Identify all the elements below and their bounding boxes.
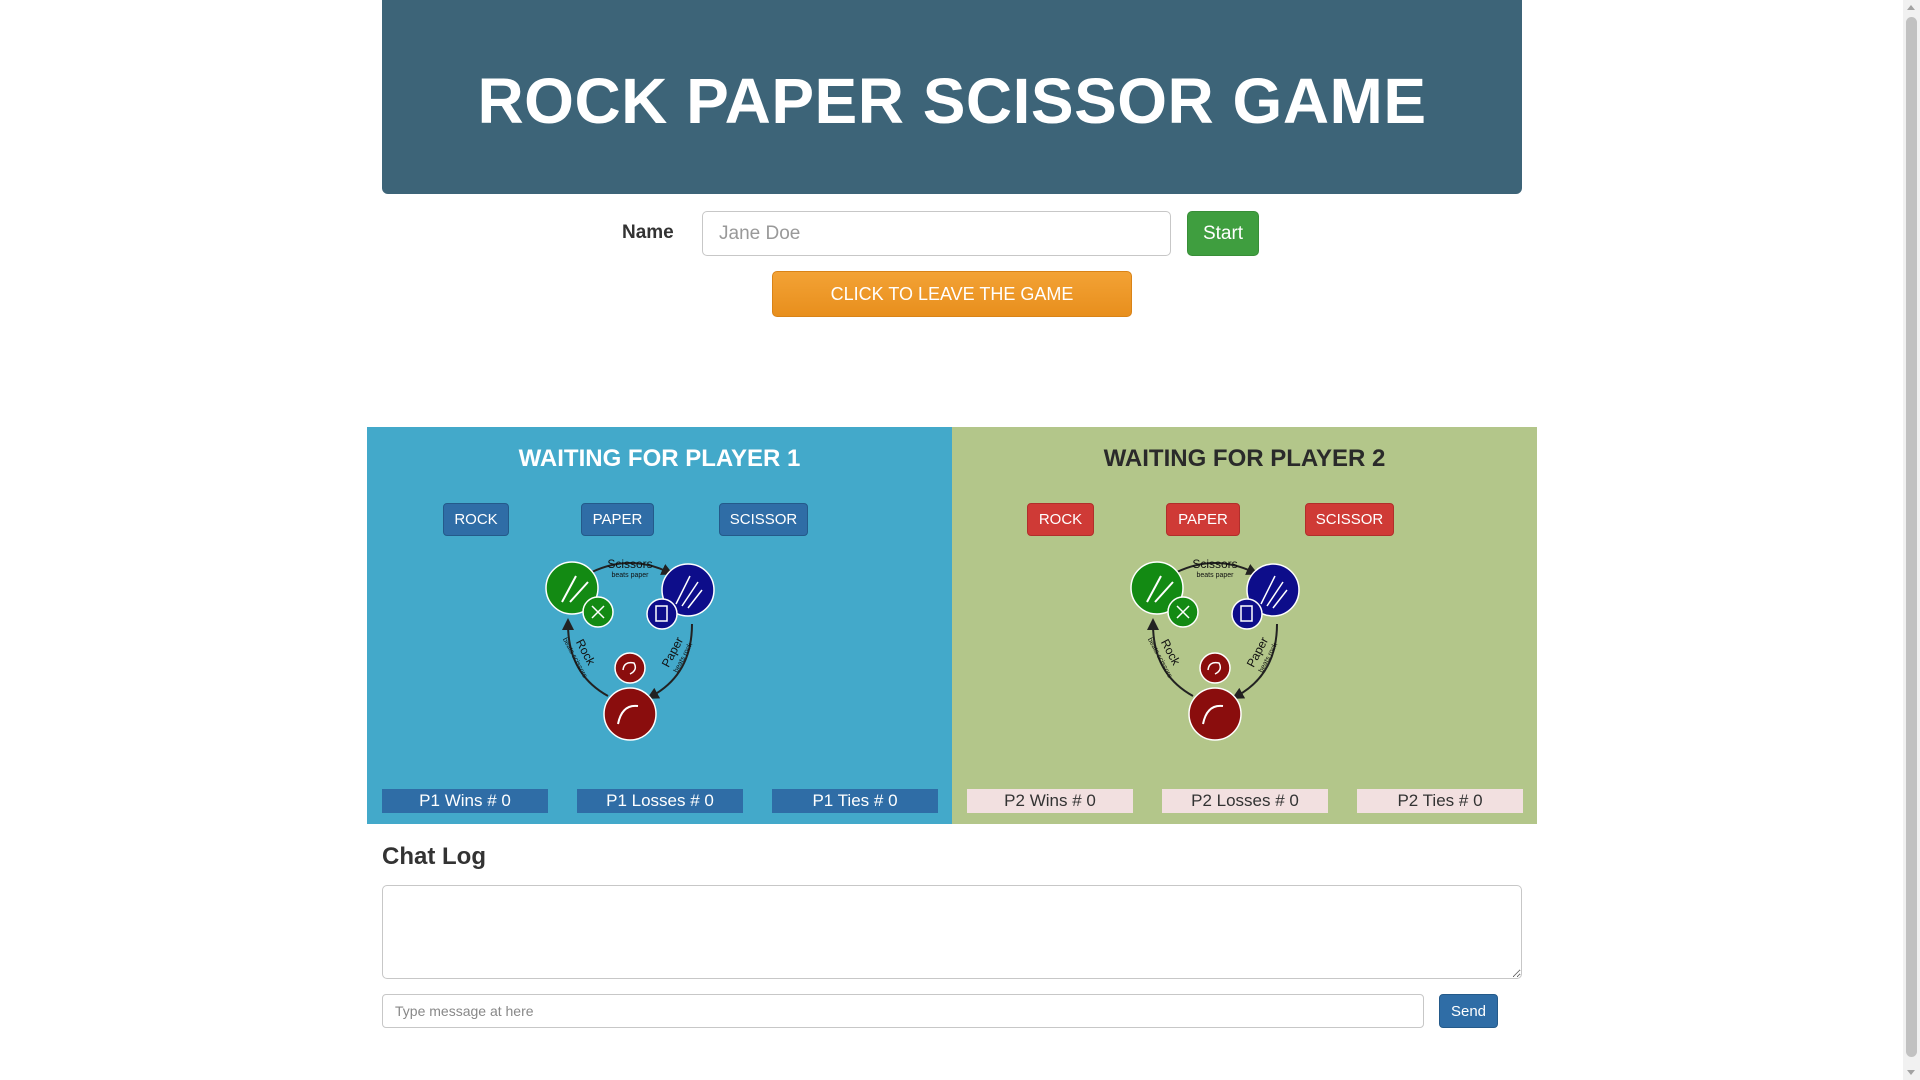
page: ROCK PAPER SCISSOR GAME Name Start CLICK…: [0, 0, 1920, 1080]
player2-ties: P2 Ties # 0: [1357, 789, 1523, 813]
diagram-scissors-sub: beats paper: [1197, 572, 1235, 579]
player2-panel: WAITING FOR PLAYER 2 ROCK PAPER SCISSOR …: [952, 427, 1537, 824]
player1-paper-button[interactable]: PAPER: [581, 503, 654, 536]
player1-losses: P1 Losses # 0: [577, 789, 743, 813]
message-input[interactable]: [382, 994, 1424, 1028]
player2-paper-button[interactable]: PAPER: [1166, 503, 1240, 536]
rock-small-icon: [614, 652, 646, 684]
diagram-scissors-title: Scissors: [1192, 557, 1237, 571]
player1-wins: P1 Wins # 0: [382, 789, 548, 813]
scrollbar-thumb[interactable]: [1906, 17, 1917, 1057]
start-button[interactable]: Start: [1187, 211, 1259, 256]
player1-rock-button[interactable]: ROCK: [443, 503, 509, 536]
player1-ties: P1 Ties # 0: [772, 789, 938, 813]
rps-rules-diagram: Scissors beats paper Rock beats scissors…: [545, 557, 715, 741]
player2-title: WAITING FOR PLAYER 2: [1103, 445, 1386, 472]
send-button[interactable]: Send: [1439, 994, 1498, 1028]
rock-small-icon: [1199, 652, 1231, 684]
chat-log-title: Chat Log: [382, 843, 486, 870]
vertical-scrollbar[interactable]: [1903, 0, 1920, 1080]
leave-game-button[interactable]: CLICK TO LEAVE THE GAME: [772, 271, 1132, 317]
player2-scissor-button[interactable]: SCISSOR: [1305, 503, 1394, 536]
chat-log-textarea[interactable]: [382, 885, 1522, 979]
scroll-down-arrow-icon[interactable]: [1907, 1070, 1915, 1075]
rps-rules-diagram: Scissors beats paper Rock beats scissors…: [1130, 557, 1300, 741]
player2-wins: P2 Wins # 0: [967, 789, 1133, 813]
diagram-scissors-title: Scissors: [607, 557, 652, 571]
player2-rock-button[interactable]: ROCK: [1027, 503, 1094, 536]
player1-scissor-button[interactable]: SCISSOR: [719, 503, 808, 536]
player1-panel: WAITING FOR PLAYER 1 ROCK PAPER SCISSOR …: [367, 427, 952, 824]
page-title: ROCK PAPER SCISSOR GAME: [477, 65, 1427, 137]
player1-title: WAITING FOR PLAYER 1: [518, 445, 801, 472]
scroll-up-arrow-icon[interactable]: [1907, 5, 1915, 10]
game-header: ROCK PAPER SCISSOR GAME: [382, 0, 1522, 194]
diagram-scissors-sub: beats paper: [612, 572, 650, 579]
player2-losses: P2 Losses # 0: [1162, 789, 1328, 813]
paper-small-icon: [646, 598, 678, 630]
name-label: Name: [622, 222, 674, 243]
paper-small-icon: [1231, 598, 1263, 630]
rock-hand-icon: [1188, 687, 1242, 741]
name-input[interactable]: [702, 211, 1171, 256]
rock-hand-icon: [603, 687, 657, 741]
